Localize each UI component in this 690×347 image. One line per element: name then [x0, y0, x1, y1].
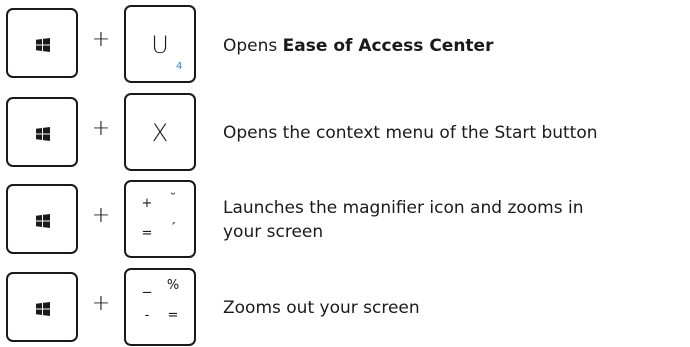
- shortcut-row-ease-of-access: + U 4 Opens Ease of Access Center: [0, 5, 690, 83]
- windows-logo-icon: [36, 127, 50, 141]
- description-line-1: Launches the magnifier icon and zooms in: [223, 198, 584, 218]
- plus-sign: +: [91, 116, 111, 141]
- shortcut-row-magnifier-zoom-in: + + ˘ = ´ Launches the magnifier icon an…: [0, 180, 690, 259]
- windows-key: [6, 184, 78, 254]
- x-key: X: [124, 93, 196, 171]
- plus-equals-key: + ˘ = ´: [124, 180, 196, 258]
- key-glyph-top-left: _: [143, 274, 151, 293]
- key-glyph-top-left: +: [141, 196, 153, 211]
- windows-key: [6, 97, 78, 167]
- key-glyph-bottom-left: =: [141, 226, 153, 241]
- shortcut-description: Launches the magnifier icon and zooms in…: [223, 196, 584, 244]
- minus-underscore-key: _ % - =: [124, 268, 196, 346]
- key-glyph-bottom-left: -: [144, 308, 150, 323]
- windows-key: [6, 272, 78, 342]
- windows-logo-icon: [36, 214, 50, 228]
- plus-sign: +: [91, 203, 111, 228]
- key-glyph-main: U: [151, 31, 169, 59]
- u-key: U 4: [124, 5, 196, 83]
- key-glyph-top-right: ˘: [169, 192, 177, 207]
- windows-logo-icon: [36, 302, 50, 316]
- key-glyph-sub: 4: [176, 61, 183, 72]
- key-glyph-main: X: [151, 119, 169, 147]
- key-glyph-bottom-right: ´: [169, 222, 177, 237]
- shortcut-description: Opens Ease of Access Center: [223, 34, 493, 58]
- key-glyph-top-right: %: [166, 278, 180, 293]
- shortcut-description: Opens the context menu of the Start butt…: [223, 123, 598, 143]
- windows-logo-icon: [36, 38, 50, 52]
- plus-sign: +: [91, 27, 111, 52]
- description-bold: Ease of Access Center: [282, 36, 494, 56]
- description-line-2: your screen: [223, 222, 324, 242]
- description-prefix: Opens: [223, 36, 283, 56]
- key-glyph-bottom-right: =: [167, 308, 179, 323]
- shortcut-row-context-menu: + X Opens the context menu of the Start …: [0, 93, 690, 172]
- shortcut-row-zoom-out: + _ % - = Zooms out your screen: [0, 268, 690, 347]
- shortcut-description: Zooms out your screen: [223, 298, 420, 318]
- windows-key: [6, 8, 78, 78]
- plus-sign: +: [91, 291, 111, 316]
